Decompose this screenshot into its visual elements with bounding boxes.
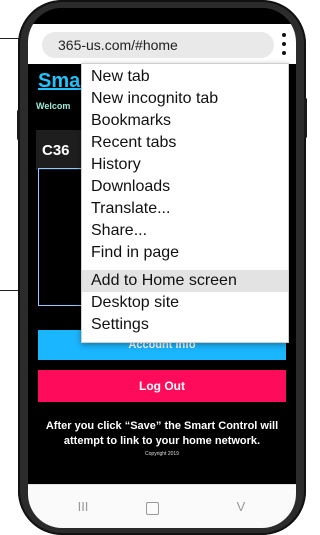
link-note: After you click “Save” the Smart Control… bbox=[45, 420, 279, 447]
menu-item-translate[interactable]: Translate... bbox=[82, 198, 288, 220]
menu-item-bookmarks[interactable]: Bookmarks bbox=[82, 110, 288, 132]
menu-item-recent-tabs[interactable]: Recent tabs bbox=[82, 132, 288, 154]
menu-item-find-in-page[interactable]: Find in page bbox=[82, 242, 288, 264]
menu-item-settings[interactable]: Settings bbox=[82, 314, 288, 336]
square-home-icon[interactable] bbox=[146, 502, 159, 515]
kebab-menu-icon[interactable] bbox=[276, 31, 292, 59]
menu-item-add-to-home-screen[interactable]: Add to Home screen bbox=[82, 270, 288, 292]
menu-item-share[interactable]: Share... bbox=[82, 220, 288, 242]
copyright-text: Copyright 2019 bbox=[145, 451, 179, 457]
device-name: C36 bbox=[42, 142, 70, 159]
welcome-text: Welcom bbox=[36, 101, 71, 111]
recents-button[interactable]: III bbox=[68, 497, 98, 517]
back-button[interactable]: V bbox=[226, 497, 256, 517]
browser-toolbar: 365-us.com/#home bbox=[28, 24, 296, 64]
menu-item-downloads[interactable]: Downloads bbox=[82, 176, 288, 198]
status-bar bbox=[28, 8, 296, 24]
menu-item-new-tab[interactable]: New tab bbox=[82, 66, 288, 88]
address-bar[interactable]: 365-us.com/#home bbox=[42, 32, 274, 58]
android-nav-bar: III V bbox=[28, 484, 296, 528]
url-text: 365-us.com/#home bbox=[58, 37, 178, 53]
power-button bbox=[304, 98, 307, 138]
menu-item-new-incognito-tab[interactable]: New incognito tab bbox=[82, 88, 288, 110]
browser-overflow-menu: New tab New incognito tab Bookmarks Rece… bbox=[81, 63, 289, 343]
menu-item-history[interactable]: History bbox=[82, 154, 288, 176]
menu-item-desktop-site[interactable]: Desktop site bbox=[82, 292, 288, 314]
logout-button[interactable]: Log Out bbox=[38, 370, 286, 402]
volume-button bbox=[17, 110, 20, 140]
